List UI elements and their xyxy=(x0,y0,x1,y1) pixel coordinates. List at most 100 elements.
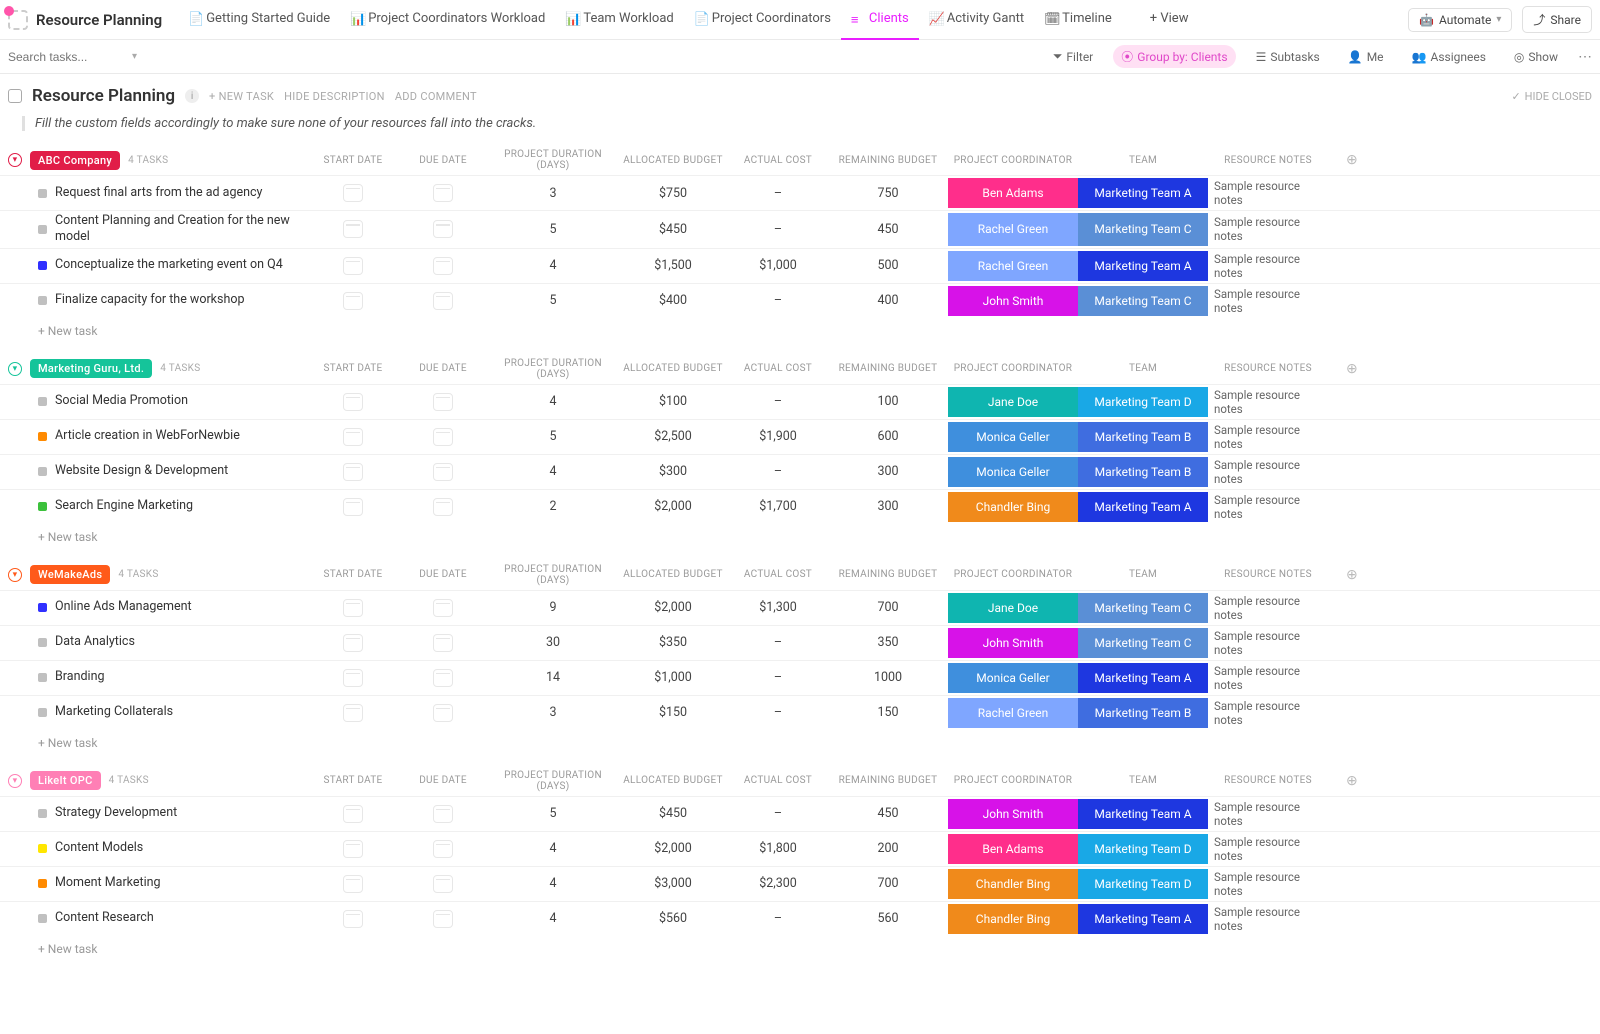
task-row[interactable]: Search Engine Marketing2$2,000$1,700300C… xyxy=(0,489,1600,524)
hide-description-button[interactable]: HIDE DESCRIPTION xyxy=(284,90,385,103)
group-badge[interactable]: ABC Company xyxy=(30,151,120,170)
column-header-start[interactable]: START DATE xyxy=(308,569,398,580)
team-tag[interactable]: Marketing Team A xyxy=(1078,663,1208,693)
search-wrap[interactable]: ▾ xyxy=(8,50,137,64)
cell-budget[interactable]: $1,000 xyxy=(618,670,728,685)
cell-actual[interactable]: $2,300 xyxy=(728,876,828,891)
task-name[interactable]: Strategy Development xyxy=(55,805,177,821)
due-date-icon[interactable] xyxy=(433,498,453,516)
cell-remaining[interactable]: 400 xyxy=(828,293,948,308)
due-date-icon[interactable] xyxy=(433,393,453,411)
cell-duration[interactable]: 4 xyxy=(488,464,618,479)
task-row[interactable]: Conceptualize the marketing event on Q44… xyxy=(0,248,1600,283)
notes-cell[interactable]: Sample resource notes xyxy=(1208,179,1328,207)
task-row[interactable]: Branding14$1,000–1000Monica GellerMarket… xyxy=(0,660,1600,695)
column-header-remaining[interactable]: REMAINING BUDGET xyxy=(828,363,948,374)
task-name[interactable]: Social Media Promotion xyxy=(55,393,188,409)
group-collapse-icon[interactable]: ▾ xyxy=(8,568,22,582)
start-date-icon[interactable] xyxy=(343,669,363,687)
add-comment-button[interactable]: ADD COMMENT xyxy=(395,90,477,103)
column-header-notes[interactable]: RESOURCE NOTES xyxy=(1208,775,1328,786)
coordinator-tag[interactable]: Rachel Green xyxy=(948,698,1078,728)
notes-cell[interactable]: Sample resource notes xyxy=(1208,594,1328,622)
column-header-team[interactable]: TEAM xyxy=(1078,363,1208,374)
coordinator-tag[interactable]: John Smith xyxy=(948,286,1078,316)
coordinator-tag[interactable]: Jane Doe xyxy=(948,387,1078,417)
task-row[interactable]: Request final arts from the ad agency3$7… xyxy=(0,175,1600,210)
filter-chip[interactable]: ⏷Filter xyxy=(1045,46,1101,67)
due-date-icon[interactable] xyxy=(433,184,453,202)
cell-actual[interactable]: – xyxy=(728,222,828,237)
notes-cell[interactable]: Sample resource notes xyxy=(1208,215,1328,243)
cell-remaining[interactable]: 450 xyxy=(828,222,948,237)
due-date-icon[interactable] xyxy=(433,840,453,858)
start-date-icon[interactable] xyxy=(343,220,363,238)
column-header-start[interactable]: START DATE xyxy=(308,155,398,166)
cell-remaining[interactable]: 150 xyxy=(828,705,948,720)
start-date-icon[interactable] xyxy=(343,634,363,652)
column-header-remaining[interactable]: REMAINING BUDGET xyxy=(828,569,948,580)
notes-cell[interactable]: Sample resource notes xyxy=(1208,493,1328,521)
assignees-chip[interactable]: 👥Assignees xyxy=(1404,47,1494,67)
notes-cell[interactable]: Sample resource notes xyxy=(1208,629,1328,657)
task-row[interactable]: Strategy Development5$450–450John SmithM… xyxy=(0,796,1600,831)
cell-duration[interactable]: 5 xyxy=(488,293,618,308)
cell-remaining[interactable]: 450 xyxy=(828,806,948,821)
cell-actual[interactable]: – xyxy=(728,670,828,685)
coordinator-tag[interactable]: Chandler Bing xyxy=(948,869,1078,899)
coordinator-tag[interactable]: Rachel Green xyxy=(948,213,1078,246)
cell-budget[interactable]: $3,000 xyxy=(618,876,728,891)
start-date-icon[interactable] xyxy=(343,428,363,446)
status-icon[interactable] xyxy=(38,809,47,818)
task-name[interactable]: Content Models xyxy=(55,840,143,856)
cell-remaining[interactable]: 1000 xyxy=(828,670,948,685)
status-icon[interactable] xyxy=(38,638,47,647)
notes-cell[interactable]: Sample resource notes xyxy=(1208,664,1328,692)
cell-remaining[interactable]: 500 xyxy=(828,258,948,273)
task-name[interactable]: Finalize capacity for the workshop xyxy=(55,292,245,308)
due-date-icon[interactable] xyxy=(433,599,453,617)
coordinator-tag[interactable]: Chandler Bing xyxy=(948,904,1078,934)
task-name[interactable]: Marketing Collaterals xyxy=(55,704,173,720)
task-row[interactable]: Social Media Promotion4$100–100Jane DoeM… xyxy=(0,384,1600,419)
task-row[interactable]: Moment Marketing4$3,000$2,300700Chandler… xyxy=(0,866,1600,901)
coordinator-tag[interactable]: Ben Adams xyxy=(948,834,1078,864)
group-collapse-icon[interactable]: ▾ xyxy=(8,362,22,376)
status-icon[interactable] xyxy=(38,397,47,406)
notes-cell[interactable]: Sample resource notes xyxy=(1208,252,1328,280)
cell-remaining[interactable]: 350 xyxy=(828,635,948,650)
status-icon[interactable] xyxy=(38,261,47,270)
notes-cell[interactable]: Sample resource notes xyxy=(1208,458,1328,486)
task-row[interactable]: Article creation in WebForNewbie5$2,500$… xyxy=(0,419,1600,454)
group-badge[interactable]: WeMakeAds xyxy=(30,565,110,584)
start-date-icon[interactable] xyxy=(343,463,363,481)
view-tab-activity-gantt[interactable]: 📈Activity Gantt xyxy=(919,0,1034,40)
column-header-remaining[interactable]: REMAINING BUDGET xyxy=(828,155,948,166)
start-date-icon[interactable] xyxy=(343,292,363,310)
column-header-team[interactable]: TEAM xyxy=(1078,775,1208,786)
column-header-actual[interactable]: ACTUAL COST xyxy=(728,363,828,374)
team-tag[interactable]: Marketing Team D xyxy=(1078,869,1208,899)
column-header-duration[interactable]: PROJECT DURATION (DAYS) xyxy=(488,770,618,792)
group-badge[interactable]: LikeIt OPC xyxy=(30,771,101,790)
cell-actual[interactable]: – xyxy=(728,705,828,720)
cell-budget[interactable]: $2,000 xyxy=(618,841,728,856)
cell-actual[interactable]: – xyxy=(728,293,828,308)
team-tag[interactable]: Marketing Team B xyxy=(1078,698,1208,728)
team-tag[interactable]: Marketing Team C xyxy=(1078,628,1208,658)
due-date-icon[interactable] xyxy=(433,910,453,928)
team-tag[interactable]: Marketing Team B xyxy=(1078,457,1208,487)
team-tag[interactable]: Marketing Team A xyxy=(1078,251,1208,281)
cell-duration[interactable]: 4 xyxy=(488,258,618,273)
cell-budget[interactable]: $400 xyxy=(618,293,728,308)
start-date-icon[interactable] xyxy=(343,257,363,275)
due-date-icon[interactable] xyxy=(433,257,453,275)
due-date-icon[interactable] xyxy=(433,805,453,823)
view-tab-project-coordinators-workload[interactable]: 📊Project Coordinators Workload xyxy=(340,0,555,40)
task-name[interactable]: Search Engine Marketing xyxy=(55,498,193,514)
new-task-header-button[interactable]: + NEW TASK xyxy=(209,90,274,103)
notes-cell[interactable]: Sample resource notes xyxy=(1208,287,1328,315)
status-icon[interactable] xyxy=(38,296,47,305)
task-row[interactable]: Finalize capacity for the workshop 5$400–… xyxy=(0,283,1600,318)
team-tag[interactable]: Marketing Team C xyxy=(1078,213,1208,246)
